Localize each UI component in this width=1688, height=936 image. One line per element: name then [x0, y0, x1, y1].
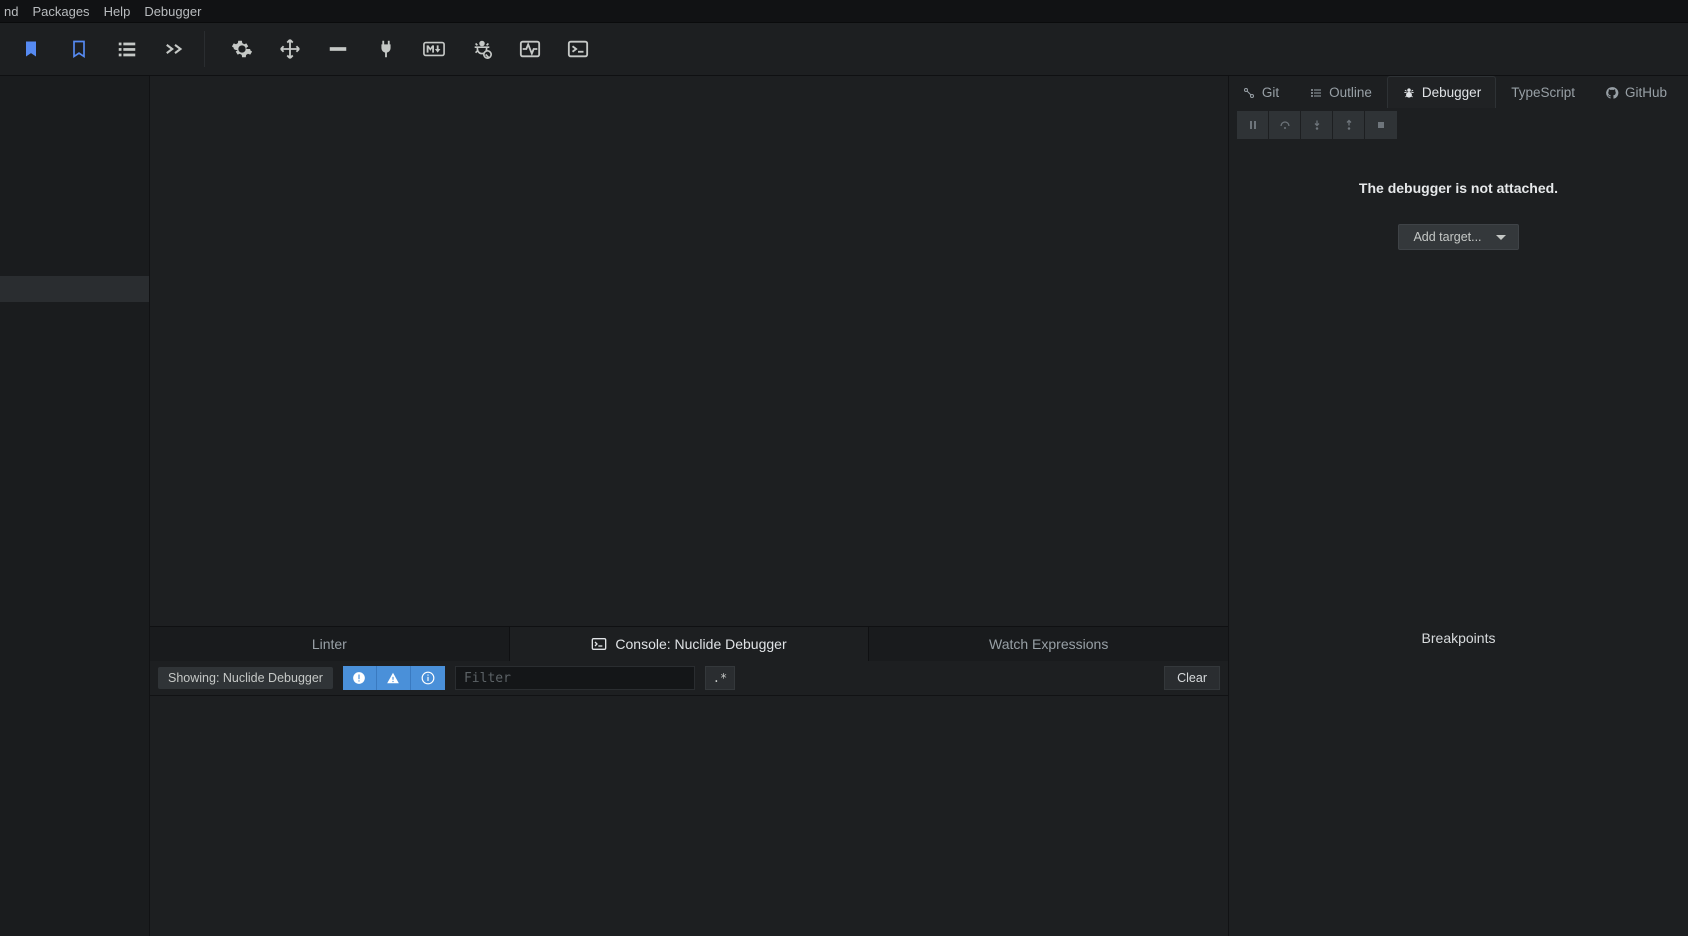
menu-item[interactable]: nd: [4, 4, 18, 19]
log-level-filter-group: [343, 666, 445, 690]
pulse-icon[interactable]: [519, 38, 541, 60]
add-target-label: Add target...: [1413, 230, 1481, 244]
menu-item-help[interactable]: Help: [104, 4, 131, 19]
editor-area[interactable]: [150, 76, 1228, 626]
right-panel: Git Outline Debugger TypeScript: [1228, 76, 1688, 936]
bug-icon: [1402, 86, 1416, 100]
pause-button[interactable]: [1237, 111, 1269, 139]
level-error-button[interactable]: [343, 666, 377, 690]
bookmark-filled-icon[interactable]: [20, 38, 42, 60]
stop-button[interactable]: [1365, 111, 1397, 139]
github-icon: [1605, 86, 1619, 100]
workspace: Linter Console: Nuclide Debugger Watch E…: [0, 76, 1688, 936]
breakpoints-header: Breakpoints: [1229, 630, 1688, 646]
chevron-down-icon: [1496, 235, 1506, 240]
bookmark-outline-icon[interactable]: [68, 38, 90, 60]
bug-icon[interactable]: [471, 38, 493, 60]
tab-label: Git: [1262, 85, 1279, 100]
step-out-button[interactable]: [1333, 111, 1365, 139]
tab-label: Watch Expressions: [989, 636, 1108, 652]
bottom-panel: Linter Console: Nuclide Debugger Watch E…: [150, 626, 1228, 936]
tab-linter[interactable]: Linter: [150, 627, 510, 661]
console-filter-input[interactable]: [455, 666, 695, 690]
markdown-icon[interactable]: [423, 38, 445, 60]
horizontal-rule-icon[interactable]: [327, 38, 349, 60]
toolbar-group-1: [20, 31, 205, 67]
gear-icon[interactable]: [231, 38, 253, 60]
console-output-area[interactable]: [150, 695, 1228, 936]
menu-bar: nd Packages Help Debugger: [0, 0, 1688, 22]
step-over-button[interactable]: [1269, 111, 1301, 139]
indent-icon[interactable]: [116, 38, 138, 60]
console-icon: [591, 637, 607, 651]
file-tree-empty-area: [0, 76, 149, 276]
tab-typescript[interactable]: TypeScript: [1496, 76, 1590, 108]
menu-item-packages[interactable]: Packages: [32, 4, 89, 19]
plug-icon[interactable]: [375, 38, 397, 60]
tab-outline[interactable]: Outline: [1294, 76, 1387, 108]
center-column: Linter Console: Nuclide Debugger Watch E…: [150, 76, 1228, 936]
regex-toggle-button[interactable]: .*: [705, 666, 735, 690]
tab-git[interactable]: Git: [1227, 76, 1294, 108]
step-into-button[interactable]: [1301, 111, 1333, 139]
bottom-panel-tabs: Linter Console: Nuclide Debugger Watch E…: [150, 627, 1228, 661]
tab-console[interactable]: Console: Nuclide Debugger: [510, 627, 870, 661]
level-warning-button[interactable]: [377, 666, 411, 690]
list-icon: [1309, 86, 1323, 100]
level-info-button[interactable]: [411, 666, 445, 690]
file-tree-panel: [0, 76, 150, 936]
tab-watch-expressions[interactable]: Watch Expressions: [869, 627, 1228, 661]
tab-label: GitHub: [1625, 85, 1667, 100]
move-icon[interactable]: [279, 38, 301, 60]
tab-label: Console: Nuclide Debugger: [615, 636, 786, 652]
tab-debugger[interactable]: Debugger: [1387, 76, 1496, 108]
add-target-button[interactable]: Add target...: [1398, 224, 1518, 250]
file-tree-empty-area: [0, 302, 149, 936]
tab-label: TypeScript: [1511, 85, 1575, 100]
prompt-icon[interactable]: [164, 38, 186, 60]
clear-console-button[interactable]: Clear: [1164, 666, 1220, 690]
tab-label: Debugger: [1422, 85, 1481, 100]
debugger-controls: [1229, 108, 1688, 142]
file-tree-selected-row[interactable]: [0, 276, 149, 302]
console-toolbar: Showing: Nuclide Debugger .* Clear: [150, 661, 1228, 695]
toolbar-group-2: [231, 31, 607, 67]
tab-github[interactable]: GitHub: [1590, 76, 1682, 108]
right-panel-tabs: Git Outline Debugger TypeScript: [1229, 76, 1688, 108]
tab-label: Outline: [1329, 85, 1372, 100]
main-toolbar: [0, 22, 1688, 76]
git-icon: [1242, 86, 1256, 100]
terminal-icon[interactable]: [567, 38, 589, 60]
add-target-row: Add target...: [1229, 224, 1688, 250]
tab-label: Linter: [312, 636, 347, 652]
console-source-badge[interactable]: Showing: Nuclide Debugger: [158, 667, 333, 689]
debugger-status-message: The debugger is not attached.: [1229, 180, 1688, 196]
menu-item-debugger[interactable]: Debugger: [144, 4, 201, 19]
